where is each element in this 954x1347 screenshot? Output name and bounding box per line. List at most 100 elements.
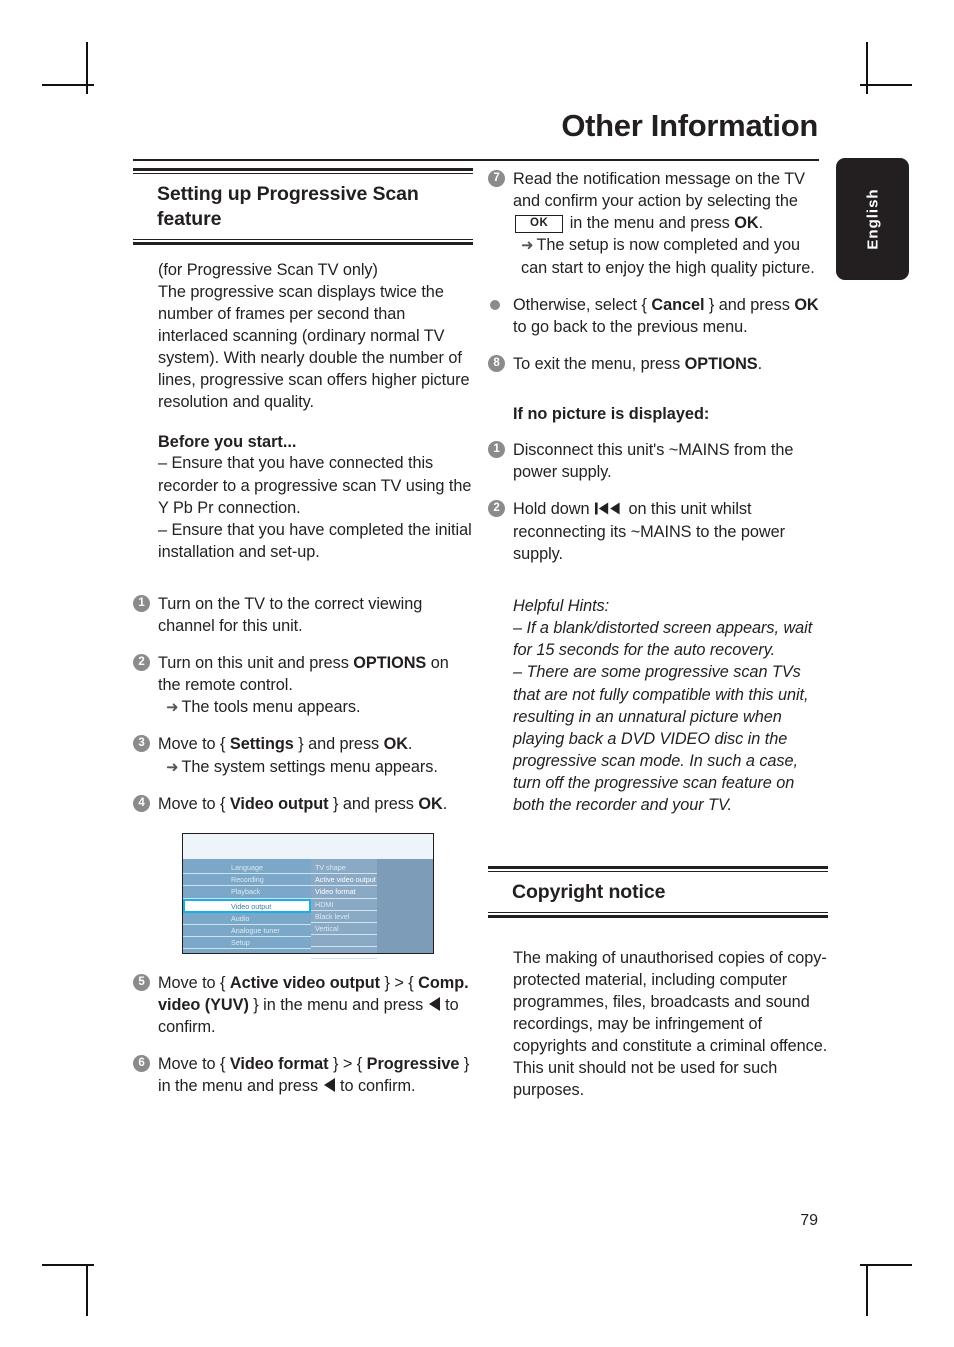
no-picture-step-2-number: 2 <box>488 500 505 518</box>
osd-right-pad <box>377 858 433 953</box>
step-5-text-c: } in the menu and press <box>248 996 428 1015</box>
osd-left-menu: Language Recording Playback Video output… <box>183 859 311 953</box>
osd-right-item-active-video-output: Active video output <box>311 874 377 887</box>
osd-left-item-playback: Playback <box>183 886 311 899</box>
step-5: 5 Move to { Active video output } > { Co… <box>133 972 473 1038</box>
osd-left-item-analogue-tuner: Analogue tuner <box>183 925 311 937</box>
before-you-start-line-2: – Ensure that you have completed the ini… <box>158 520 472 561</box>
crop-mark-bottom-left-v <box>86 1264 88 1316</box>
bullet-text-a: Otherwise, select { <box>513 295 652 314</box>
step-4-text-b: } and press <box>328 794 419 813</box>
step-5-text-a: Move to { <box>158 973 230 992</box>
left-arrow-icon <box>323 1078 335 1093</box>
step-4-menu-video-output: Video output <box>229 794 329 813</box>
crop-mark-top-right-v <box>866 42 868 94</box>
result-arrow-icon: ➜ <box>521 237 534 255</box>
osd-right-item-video-format: Video format <box>311 886 377 899</box>
osd-right-item-blank-2 <box>311 947 377 960</box>
step-1-text: Turn on the TV to the correct viewing ch… <box>158 594 423 635</box>
heading-rule-bottom-thin <box>133 238 473 240</box>
step-6-number: 6 <box>133 1055 150 1073</box>
left-arrow-icon <box>428 997 440 1012</box>
previous-track-icon <box>594 499 621 521</box>
step-4-key-ok: OK <box>418 794 443 813</box>
step-5-number: 5 <box>133 973 150 991</box>
step-2-text-a: Turn on this unit and press <box>158 654 354 672</box>
osd-right-item-blank-1 <box>311 935 377 948</box>
copyright-body: The making of unauthorised copies of cop… <box>513 948 828 1100</box>
osd-left-item-recording: Recording <box>183 874 311 887</box>
helpful-hint-2: – There are some progressive scan TVs th… <box>513 663 809 814</box>
step-3-result-text: The system settings menu appears. <box>181 757 438 776</box>
bullet-icon <box>490 299 500 310</box>
step-3-number: 3 <box>133 735 150 753</box>
step-1: 1 Turn on the TV to the correct viewing … <box>133 593 473 637</box>
step-6-text-b: } > { <box>328 1055 367 1074</box>
step-otherwise-bullet: Otherwise, select { Cancel } and press O… <box>488 294 828 338</box>
osd-right-item-black-level: Black level <box>311 911 377 923</box>
crop-mark-bottom-right-v <box>866 1264 868 1316</box>
no-picture-step-2-text-a: Hold down <box>513 500 594 519</box>
step-6-text-a: Move to { <box>158 1055 230 1074</box>
result-arrow-icon: ➜ <box>166 699 179 717</box>
osd-panel: Language Recording Playback Video output… <box>183 858 433 960</box>
helpful-hints-heading: Helpful Hints: <box>513 597 610 616</box>
step-4-text-c: . <box>442 794 448 813</box>
osd-right-item-hdmi: HDMI <box>311 899 377 911</box>
language-tab: English <box>836 158 909 280</box>
step-2: 2 Turn on this unit and press OPTIONS on… <box>133 652 473 718</box>
bullet-key-ok: OK <box>794 295 819 314</box>
step-6-text-d: to confirm. <box>335 1077 416 1096</box>
step-5-text-b: } > { <box>380 973 419 992</box>
before-you-start-heading: Before you start... <box>158 433 297 452</box>
step-2-number: 2 <box>133 654 150 671</box>
step-8: 8 To exit the menu, press OPTIONS. <box>488 353 828 375</box>
before-you-start-line-1: – Ensure that you have connected this re… <box>158 454 472 517</box>
step-2-key-options: OPTIONS <box>353 654 427 672</box>
step-7-text-c: . <box>758 214 764 233</box>
copyright-rule-bottom-thick <box>488 914 828 918</box>
step-2-result: ➜ The tools menu appears. <box>158 696 473 718</box>
step-7-number: 7 <box>488 170 505 187</box>
step-7-key-ok: OK <box>734 214 759 233</box>
osd-right-item-tv-shape: TV shape <box>311 862 377 875</box>
language-tab-label: English <box>864 188 881 250</box>
step-8-number: 8 <box>488 354 505 372</box>
crop-mark-top-left-v <box>86 42 88 94</box>
step-7-text-a: Read the notification message on the TV … <box>513 170 805 211</box>
osd-left-item-audio: Audio <box>183 913 311 925</box>
step-2-result-text: The tools menu appears. <box>181 698 361 717</box>
step-3-text-b: } and press <box>293 735 384 754</box>
step-6: 6 Move to { Video format } > { Progressi… <box>133 1053 473 1097</box>
osd-left-item-video-output: Video output <box>183 898 311 913</box>
page-number: 79 <box>800 1212 818 1229</box>
header-divider <box>133 159 819 161</box>
section-heading-progressive-scan: Setting up Progressive Scan feature <box>133 168 473 245</box>
step-5-menu-active-video-output: Active video output <box>229 973 381 992</box>
page-canvas: Other Information English Setting up Pro… <box>0 0 954 1347</box>
step-3-text-c: . <box>407 735 413 754</box>
bullet-menu-cancel: Cancel <box>651 295 705 314</box>
step-3: 3 Move to { Settings } and press OK. ➜ Th… <box>133 733 473 777</box>
step-7-result: ➜ The setup is now completed and you can … <box>513 234 828 278</box>
osd-right-item-vertical: Vertical <box>311 923 377 936</box>
step-6-menu-progressive: Progressive <box>366 1055 460 1074</box>
no-picture-step-1-number: 1 <box>488 440 505 458</box>
step-7-result-text: The setup is now completed and you can s… <box>521 236 815 277</box>
step-4: 4 Move to { Video output } and press OK. <box>133 793 473 815</box>
step-8-key-options: OPTIONS <box>684 354 758 373</box>
bullet-text-c: to go back to the previous menu. <box>513 317 748 336</box>
intro-body: The progressive scan displays twice the … <box>158 282 470 412</box>
helpful-hint-1: – If a blank/distorted screen appears, w… <box>513 619 813 660</box>
osd-screenshot: Language Recording Playback Video output… <box>182 832 434 960</box>
step-4-number: 4 <box>133 794 150 812</box>
copyright-title: Copyright notice <box>512 881 666 904</box>
copyright-rule-top-thick <box>488 866 828 870</box>
section-title: Setting up Progressive Scan feature <box>157 183 419 230</box>
step-6-menu-video-format: Video format <box>229 1055 329 1074</box>
step-3-menu-settings: Settings <box>229 735 294 754</box>
heading-rule-bottom-thick <box>133 241 473 245</box>
copyright-rule-bottom-thin <box>488 911 828 913</box>
step-1-number: 1 <box>133 594 150 612</box>
result-arrow-icon: ➜ <box>166 758 179 776</box>
